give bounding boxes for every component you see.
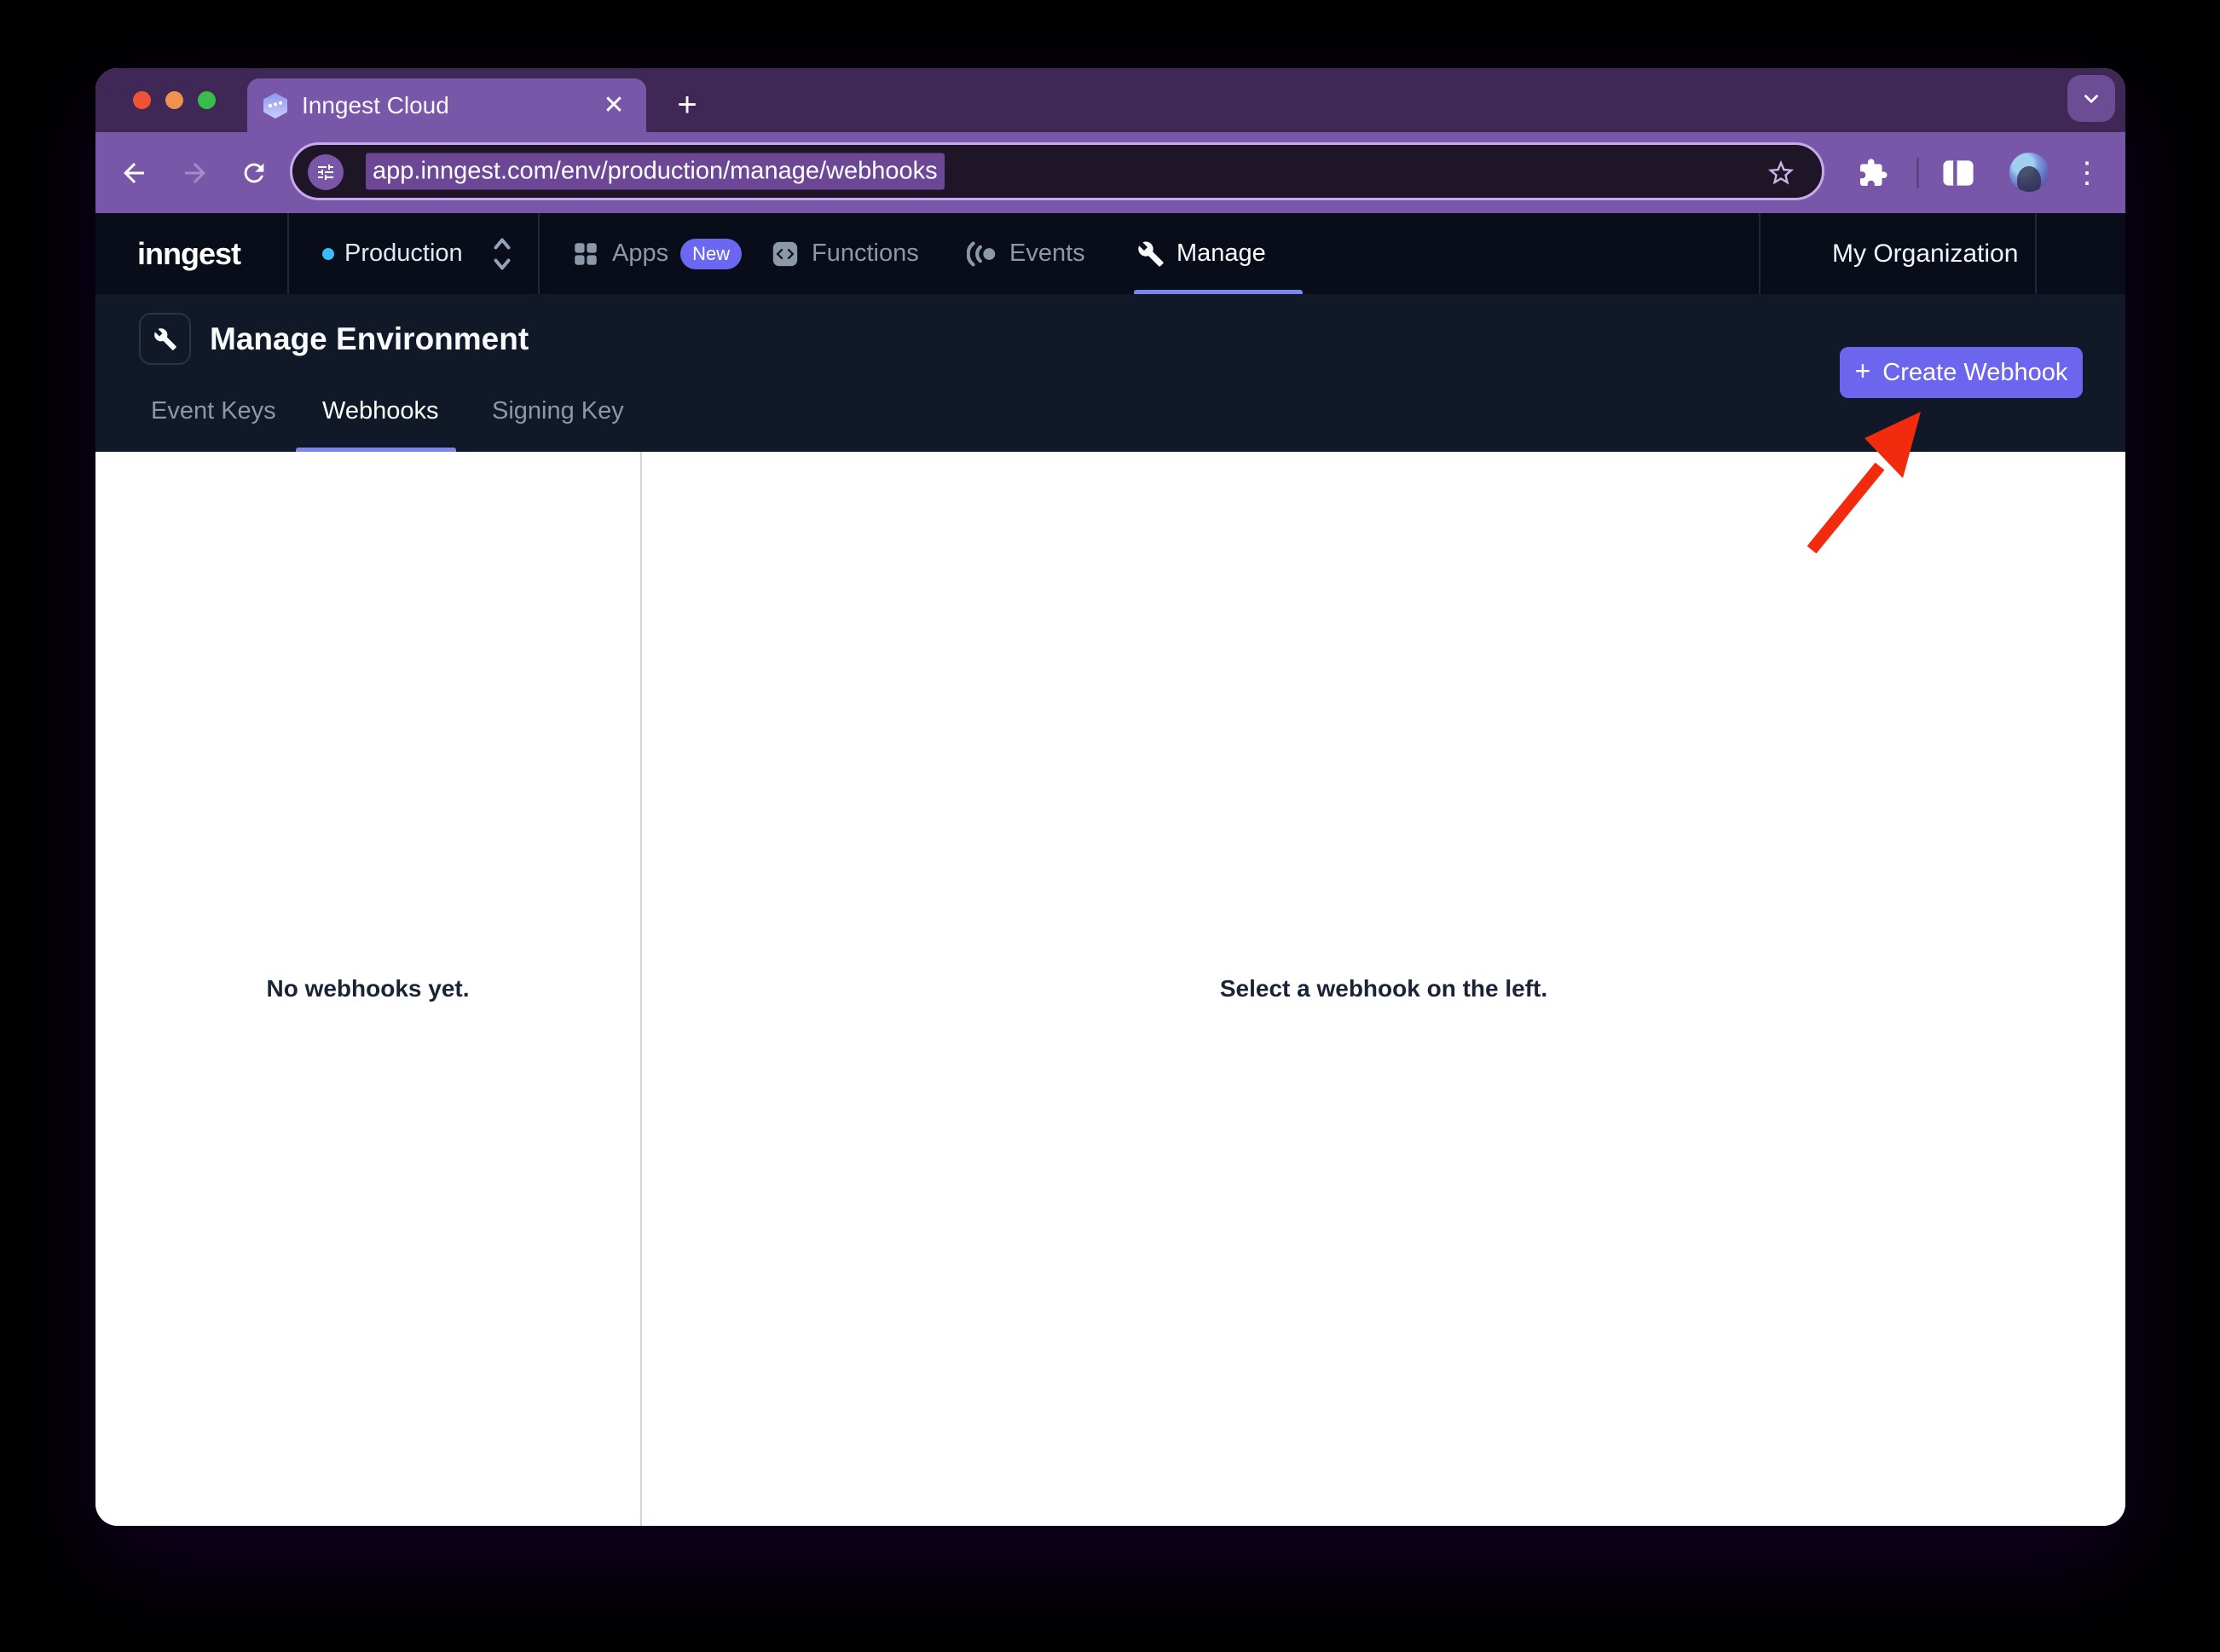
- nav-item-apps[interactable]: Apps New: [571, 213, 742, 294]
- chevron-down-icon: [2080, 88, 2102, 110]
- right-empty-state: Select a webhook on the left.: [1220, 975, 1547, 1002]
- inngest-logo[interactable]: inngest: [137, 213, 240, 294]
- functions-code-icon: [771, 240, 800, 269]
- nav-item-label: Manage: [1176, 240, 1266, 268]
- create-webhook-label: Create Webhook: [1882, 359, 2067, 387]
- side-panel-button[interactable]: [1939, 153, 1978, 193]
- org-switcher[interactable]: My Organization: [1832, 213, 2018, 294]
- tab-event-keys[interactable]: Event Keys: [151, 390, 276, 432]
- browser-toolbar: app.inngest.com/env/production/manage/we…: [95, 132, 2125, 213]
- plus-icon: +: [1855, 355, 1871, 387]
- nav-item-manage[interactable]: Manage: [1137, 213, 1266, 294]
- browser-tab[interactable]: Inngest Cloud ✕: [247, 78, 646, 132]
- browser-tab-strip: Inngest Cloud ✕ +: [95, 68, 2125, 132]
- nav-item-label: Events: [1009, 240, 1085, 268]
- bookmark-star-icon[interactable]: [1764, 156, 1798, 190]
- site-settings-button[interactable]: [308, 154, 344, 190]
- nav-item-label: Functions: [812, 240, 919, 268]
- side-panel-icon: [1942, 159, 1974, 188]
- env-status-dot: [322, 248, 334, 260]
- browser-profile-avatar[interactable]: [2009, 153, 2049, 192]
- env-label: Production: [344, 213, 463, 294]
- inngest-favicon-icon: [263, 92, 288, 119]
- toolbar-divider: [1916, 158, 1919, 188]
- webhook-list-panel: No webhooks yet.: [95, 452, 640, 1526]
- tab-search-button[interactable]: [2067, 75, 2115, 122]
- extensions-button[interactable]: [1853, 153, 1893, 193]
- tab-signing-key[interactable]: Signing Key: [492, 390, 624, 432]
- nav-item-functions[interactable]: Functions: [771, 213, 919, 294]
- webhook-detail-panel: Select a webhook on the left.: [642, 452, 2125, 1526]
- tab-webhooks[interactable]: Webhooks: [322, 390, 439, 432]
- main-content: No webhooks yet. Select a webhook on the…: [95, 452, 2125, 1526]
- apps-grid-icon: [571, 240, 600, 269]
- url-bar[interactable]: app.inngest.com/env/production/manage/we…: [290, 142, 1824, 200]
- create-webhook-button[interactable]: + Create Webhook: [1840, 347, 2083, 398]
- browser-window: Inngest Cloud ✕ + app.inngest.com/: [95, 68, 2125, 1526]
- puzzle-icon: [1858, 158, 1888, 188]
- events-signal-icon: [967, 240, 997, 269]
- new-badge: New: [680, 239, 742, 269]
- app-navbar: inngest Production Apps New Functio: [95, 213, 2125, 294]
- wrench-icon: [1137, 240, 1165, 268]
- left-empty-state: No webhooks yet.: [266, 975, 469, 1002]
- macos-close-button[interactable]: [133, 91, 151, 109]
- macos-minimize-button[interactable]: [165, 91, 183, 109]
- page-header: Manage Environment Event Keys Webhooks S…: [95, 294, 2125, 452]
- new-tab-button[interactable]: +: [665, 83, 709, 127]
- nav-item-label: Apps: [612, 240, 668, 268]
- manage-icon-box: [139, 313, 191, 365]
- page-title: Manage Environment: [210, 313, 529, 365]
- url-text-selected[interactable]: app.inngest.com/env/production/manage/we…: [366, 153, 945, 190]
- tab-close-icon[interactable]: ✕: [597, 89, 631, 123]
- wrench-icon: [153, 327, 177, 351]
- forward-button[interactable]: [176, 153, 215, 193]
- tab-title: Inngest Cloud: [302, 92, 576, 119]
- reload-button[interactable]: [234, 153, 274, 193]
- back-button[interactable]: [114, 153, 153, 193]
- tune-icon: [315, 162, 336, 182]
- macos-fullscreen-button[interactable]: [198, 91, 216, 109]
- chevron-updown-icon: [489, 234, 515, 274]
- nav-item-events[interactable]: Events: [967, 213, 1085, 294]
- browser-menu-button[interactable]: ⋮: [2067, 153, 2107, 193]
